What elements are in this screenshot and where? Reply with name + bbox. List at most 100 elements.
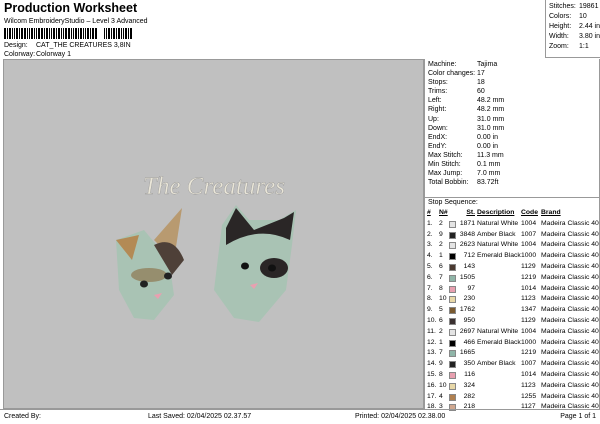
machine-specs: Machine: Tajima Color changes: 17 Stops: 18 Tr… (425, 59, 599, 198)
color-swatch-icon (449, 263, 456, 271)
thread-brand: Madeira Classic 40 (541, 381, 599, 389)
color-swatch-icon (449, 382, 456, 390)
thread-description: Emerald Black (477, 252, 521, 260)
needle-number: 6 (439, 316, 443, 324)
col-brand: Brand (541, 209, 561, 216)
thread-code: 1123 (521, 295, 536, 303)
barcode-bar (116, 28, 117, 39)
thread-brand: Madeira Classic 40 (541, 327, 599, 335)
barcode-bar (80, 28, 82, 39)
stop-index: 16. (427, 381, 437, 389)
thread-description (475, 294, 521, 305)
table-row: 10. 6 950 1129 Madeira Classic 40 (427, 316, 599, 327)
barcode-bar (61, 28, 62, 39)
barcode-bar (53, 28, 55, 39)
barcode-bar (56, 28, 57, 39)
thread-code: 1007 (521, 360, 537, 368)
stop-index: 3. (427, 241, 433, 249)
thread-code: 1129 (521, 316, 536, 324)
cat-right-image (214, 205, 296, 322)
table-row: 14. 9 350 Amber Black 1007 Madeira Class… (427, 359, 599, 370)
barcode-bar (21, 28, 23, 39)
color-swatch-icon (449, 274, 456, 282)
barcode-bar (27, 28, 28, 39)
stats-label: Width: (549, 33, 569, 40)
thread-description (475, 316, 521, 327)
col-stitches: St. (466, 209, 475, 216)
table-row: 7. 8 97 1014 Madeira Classic 40 (427, 284, 599, 295)
col-code: Code (521, 209, 538, 216)
thread-description: Natural White (477, 219, 519, 227)
needle-number: 1 (439, 338, 443, 346)
stitch-count: 116 (464, 370, 475, 378)
specs-row: Total Bobbin: 83.72ft (428, 178, 599, 187)
color-swatch-icon (449, 339, 456, 347)
specs-row: Max Stitch: 11.3 mm (428, 151, 599, 160)
barcode-bar (85, 28, 86, 39)
footer: Created By: Last Saved: 02/04/2025 02.37… (0, 409, 600, 424)
stitch-count: 230 (463, 295, 475, 303)
table-row: 16. 10 324 1123 Madeira Classic 40 (427, 381, 599, 392)
stitch-count: 1762 (459, 306, 475, 314)
barcode-bar (29, 28, 30, 39)
thread-code: 1347 (521, 306, 537, 314)
barcode-bar (78, 28, 79, 39)
thread-description (475, 381, 521, 392)
barcode-bar (51, 28, 52, 39)
stats-row: Stitches: 19861 (549, 2, 600, 12)
barcode-bar (16, 28, 18, 39)
thread-code: 1129 (521, 262, 536, 270)
barcode-bar (95, 28, 97, 39)
thread-brand: Madeira Classic 40 (541, 295, 599, 303)
created-by: Created By: (4, 413, 41, 420)
stats-row: Colors: 10 (549, 12, 600, 22)
specs-label: Min Stitch: (428, 161, 461, 169)
specs-label: Machine: (428, 61, 457, 68)
barcode-bar (128, 28, 129, 39)
table-row: 9. 5 1762 1347 Madeira Classic 40 (427, 305, 599, 316)
thread-description: Natural White (477, 241, 519, 249)
color-swatch-icon (449, 328, 456, 336)
specs-label: Max Stitch: (428, 151, 463, 159)
barcode-bar (58, 28, 60, 39)
barcode-bar (75, 28, 77, 39)
thread-code: 1123 (521, 381, 536, 389)
stitch-count: 1665 (459, 349, 475, 357)
specs-label: Trims: (428, 88, 448, 96)
barcode-bar (106, 28, 107, 39)
stitch-count: 350 (463, 360, 475, 368)
barcode-bar (108, 28, 110, 39)
barcode-bar (104, 28, 105, 39)
needle-number: 7 (439, 349, 443, 357)
thread-brand: Madeira Classic 40 (541, 316, 599, 324)
specs-label: EndX: (428, 133, 448, 141)
stitch-count: 712 (463, 252, 475, 260)
barcode-bar (111, 28, 112, 39)
info-panel: Machine: Tajima Color changes: 17 Stops: 18 Tr… (424, 59, 600, 412)
specs-value: 7.0 mm (477, 170, 501, 178)
barcode-bar (71, 28, 72, 39)
specs-label: Down: (428, 124, 448, 132)
table-header: # N# St. Description Code Brand (427, 208, 599, 219)
stats-label: Stitches: (549, 3, 576, 10)
specs-row: Trims: 60 (428, 87, 599, 96)
thread-description: Emerald Black (477, 338, 521, 346)
stats-value: 1:1 (579, 43, 589, 50)
colorway-label: Colorway: (4, 51, 36, 58)
barcode-bar (123, 28, 124, 39)
thread-description (475, 305, 521, 316)
stop-index: 10. (427, 316, 437, 324)
stop-index: 7. (427, 284, 433, 292)
barcode-bar (65, 28, 67, 39)
specs-row: Stops: 18 (428, 78, 599, 87)
printed-date: Printed: 02/04/2025 02.38.00 (355, 413, 446, 420)
page-number: Page 1 of 1 (560, 413, 596, 420)
thread-description: Amber Black (477, 230, 516, 238)
stop-index: 12. (427, 338, 437, 346)
stop-sequence-title: Stop Sequence: (428, 199, 478, 206)
colorway-value: Colorway 1 (36, 51, 72, 58)
stitch-count: 2623 (459, 241, 475, 249)
specs-row: Right: 48.2 mm (428, 105, 599, 114)
color-swatch-icon (449, 361, 456, 369)
specs-value: 48.2 mm (477, 106, 505, 114)
